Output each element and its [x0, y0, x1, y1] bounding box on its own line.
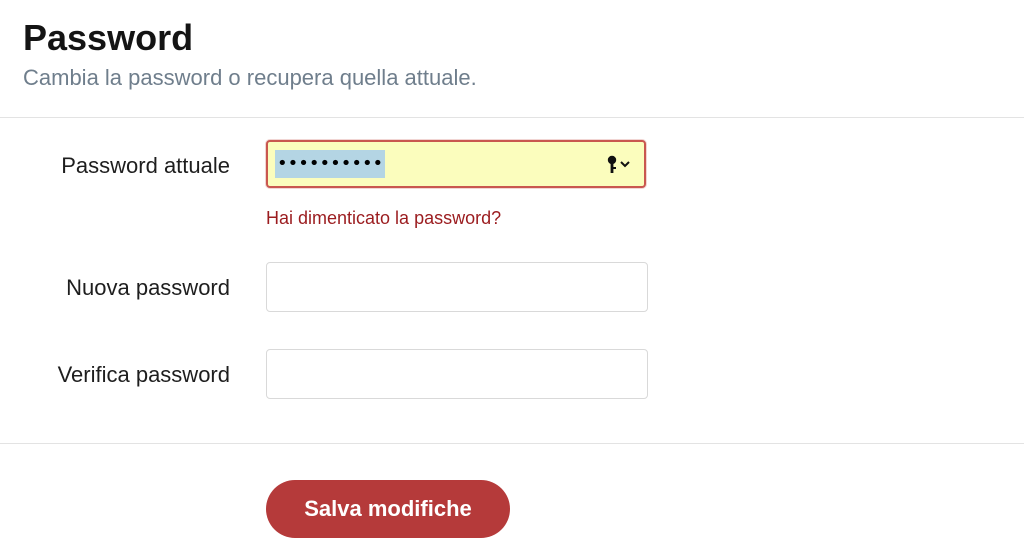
- password-form: Password attuale •••••••••• Hai dimentic…: [0, 118, 1024, 444]
- verify-password-label: Verifica password: [57, 362, 230, 387]
- key-icon[interactable]: [606, 154, 634, 176]
- page-subtitle: Cambia la password o recupera quella att…: [23, 65, 477, 90]
- new-password-field[interactable]: [266, 262, 648, 312]
- form-footer: Salva modifiche: [0, 444, 1024, 558]
- current-password-label: Password attuale: [61, 153, 230, 178]
- current-password-field[interactable]: ••••••••••: [266, 140, 646, 188]
- page-header: Password Cambia la password o recupera q…: [0, 0, 1024, 118]
- save-button[interactable]: Salva modifiche: [266, 480, 510, 538]
- current-password-value[interactable]: ••••••••••: [275, 150, 386, 178]
- forgot-password-link[interactable]: Hai dimenticato la password?: [266, 206, 501, 230]
- new-password-label: Nuova password: [66, 275, 230, 300]
- verify-password-field[interactable]: [266, 349, 648, 399]
- page-title: Password: [23, 17, 194, 58]
